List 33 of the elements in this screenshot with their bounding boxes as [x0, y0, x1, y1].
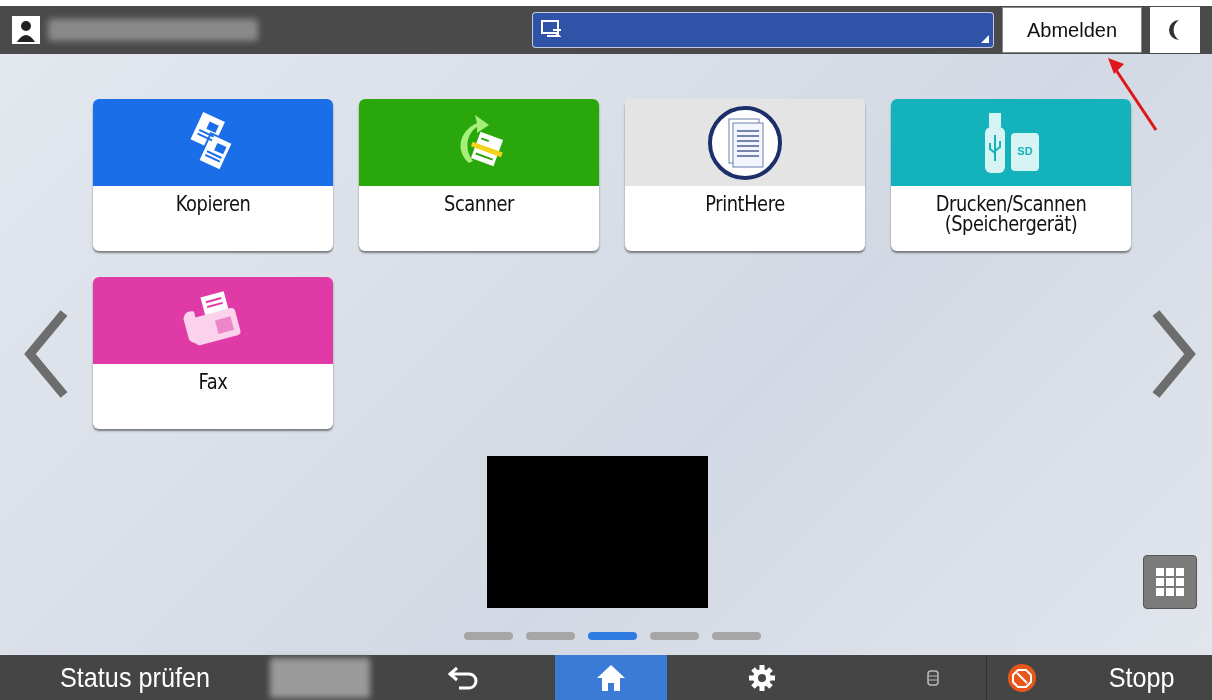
tile-label: Fax: [197, 372, 229, 392]
app-tile[interactable]: PrintHere: [625, 99, 865, 251]
back-arrow-icon: [446, 665, 479, 690]
tile-label: Drucken/Scannen (Speichergerät): [934, 194, 1088, 234]
user-icon[interactable]: [12, 16, 40, 44]
app-tile[interactable]: Kopieren: [93, 99, 333, 251]
tile-label: Kopieren: [174, 194, 252, 214]
next-page-button[interactable]: [1150, 309, 1198, 399]
tile-label: PrintHere: [704, 194, 786, 214]
night-mode-button[interactable]: [1150, 7, 1200, 53]
job-status-field[interactable]: [532, 12, 994, 48]
chevron-left-icon: [22, 309, 70, 399]
stop-icon: [1007, 662, 1037, 693]
documents-icon: [707, 104, 783, 181]
usb-stick-icon: [983, 110, 1007, 175]
logout-button[interactable]: Abmelden: [1002, 7, 1142, 53]
screen-switch-icon: [541, 20, 563, 40]
stop-button[interactable]: Stopp: [987, 655, 1212, 700]
tile-label: Scanner: [443, 194, 516, 214]
app-tile[interactable]: Fax: [93, 277, 333, 429]
status-check-button[interactable]: Status prüfen: [13, 655, 257, 700]
previous-page-button[interactable]: [22, 309, 70, 399]
chevron-right-icon: [1150, 309, 1198, 399]
grid-icon: [1155, 567, 1185, 597]
home-button[interactable]: [555, 655, 667, 700]
app-tile[interactable]: Scanner: [359, 99, 599, 251]
resize-corner-icon: [981, 35, 989, 43]
app-tile[interactable]: SD Drucken/Scannen (Speichergerät): [891, 99, 1131, 251]
settings-icon: [748, 663, 776, 692]
sd-card-icon: SD: [1011, 132, 1039, 171]
home-icon: [595, 662, 627, 693]
storage-icon: [927, 669, 939, 686]
app-grid-button[interactable]: [1143, 555, 1197, 609]
